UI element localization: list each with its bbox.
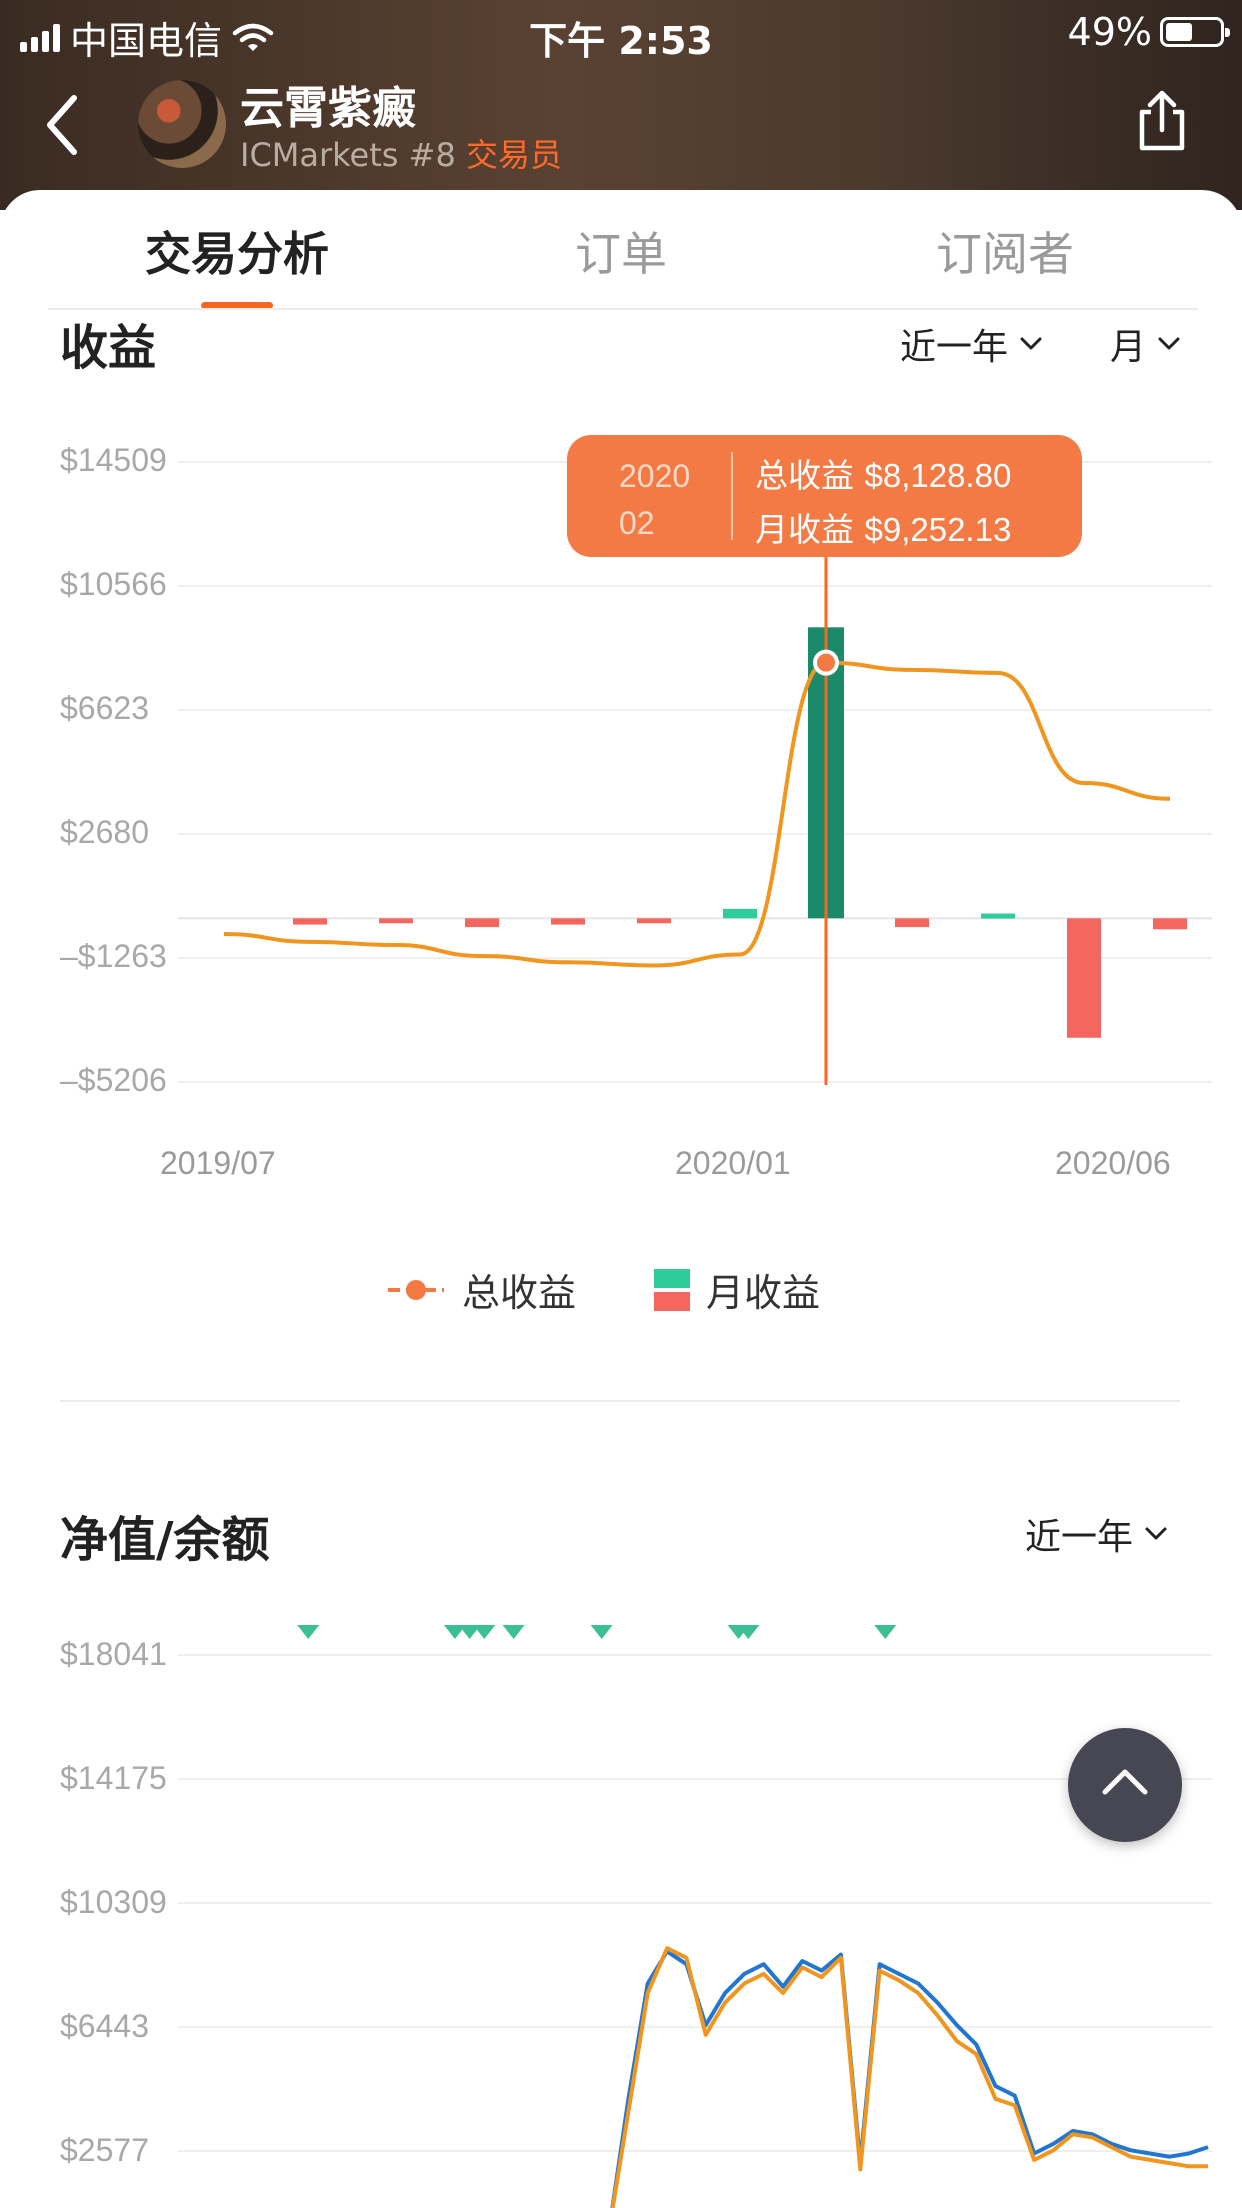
monthly-profit-bar xyxy=(723,908,757,919)
trade-marker xyxy=(874,1625,897,1639)
line-marker-icon xyxy=(388,1279,444,1300)
tooltip-monthly-label: 月收益 xyxy=(755,510,854,549)
broker-rank: ICMarkets #8 xyxy=(240,136,456,174)
profit-legend: 总收益 月收益 xyxy=(0,1262,1242,1322)
trader-name: 云霄紫癜 xyxy=(240,83,416,134)
tooltip-date: 2020 02 xyxy=(619,453,709,547)
profit-period-label: 近一年 xyxy=(900,327,1009,368)
equity-section-title: 净值/余额 xyxy=(60,1512,270,1568)
equity-line xyxy=(610,1949,1209,2208)
equity-period-label: 近一年 xyxy=(1025,1517,1134,1558)
chevron-down-icon xyxy=(1145,1527,1167,1540)
avatar[interactable] xyxy=(138,80,226,168)
profit-period-dropdown[interactable]: 近一年 xyxy=(900,318,1042,370)
section-divider xyxy=(60,1400,1180,1402)
tooltip-total-value: $8,128.80 xyxy=(864,457,1012,494)
profit-section-title: 收益 xyxy=(60,320,157,376)
trader-role: 交易员 xyxy=(465,136,562,174)
monthly-profit-bar xyxy=(1153,918,1187,930)
profit-x-tick: 2019/07 xyxy=(160,1145,276,1181)
profit-granularity-label: 月 xyxy=(1110,327,1147,368)
battery-icon xyxy=(1160,17,1230,47)
trade-marker xyxy=(590,1625,613,1639)
balance-line xyxy=(610,1946,1208,2208)
bar-swatch-icon xyxy=(654,1268,690,1311)
tabs-divider xyxy=(48,308,1198,310)
equity-chart[interactable] xyxy=(0,1600,1242,2208)
monthly-profit-bar xyxy=(637,918,671,924)
monthly-profit-bar xyxy=(293,918,327,925)
tab-trade-analysis[interactable]: 交易分析 xyxy=(87,218,387,284)
profit-x-tick: 2020/06 xyxy=(1055,1145,1171,1181)
tooltip-total-label: 总收益 xyxy=(755,456,854,495)
tooltip-monthly-line: 月收益 $9,252.13 xyxy=(755,503,1011,551)
legend-total[interactable]: 总收益 xyxy=(386,1262,576,1317)
selected-point xyxy=(813,649,839,676)
tooltip-month: 02 xyxy=(619,505,655,541)
chevron-down-icon xyxy=(1020,337,1042,350)
chevron-up-icon xyxy=(1102,1769,1148,1795)
trader-subtitle: ICMarkets #8 交易员 xyxy=(240,130,562,176)
tab-subscribers[interactable]: 订阅者 xyxy=(855,218,1155,284)
total-profit-line xyxy=(223,660,1171,968)
profit-granularity-dropdown[interactable]: 月 xyxy=(1110,318,1180,370)
back-arrow-icon[interactable] xyxy=(38,90,88,160)
chevron-down-icon xyxy=(1158,337,1180,350)
tooltip-year: 2020 xyxy=(619,458,691,494)
monthly-profit-bar xyxy=(981,913,1015,919)
scroll-to-top-button[interactable] xyxy=(1068,1728,1182,1842)
monthly-profit-bar xyxy=(1067,918,1101,1038)
monthly-profit-bar xyxy=(465,918,499,928)
battery-info: 49% xyxy=(1067,10,1230,54)
trade-marker xyxy=(473,1625,496,1639)
monthly-profit-bar xyxy=(895,918,929,928)
tooltip-total-line: 总收益 $8,128.80 xyxy=(755,449,1011,497)
trade-marker xyxy=(297,1625,320,1639)
trader-header: 中国电信 下午 2:53 49% 云霄紫癜 ICMarkets #8 交易员 xyxy=(0,0,1242,210)
chart-tooltip: 2020 02 总收益 $8,128.80 月收益 $9,252.13 xyxy=(567,435,1082,557)
legend-monthly[interactable]: 月收益 xyxy=(654,1262,820,1317)
tooltip-separator xyxy=(731,452,733,540)
trade-marker xyxy=(502,1625,525,1639)
equity-period-dropdown[interactable]: 近一年 xyxy=(1025,1508,1167,1560)
share-icon[interactable] xyxy=(1134,88,1190,154)
clock: 下午 2:53 xyxy=(529,19,713,63)
legend-total-label: 总收益 xyxy=(462,1271,577,1315)
monthly-profit-bar xyxy=(551,918,585,925)
tooltip-monthly-value: $9,252.13 xyxy=(864,511,1012,548)
legend-monthly-label: 月收益 xyxy=(706,1271,821,1315)
profit-x-tick: 2020/01 xyxy=(675,1145,791,1181)
tab-orders[interactable]: 订单 xyxy=(471,218,771,284)
status-bar: 中国电信 下午 2:53 49% xyxy=(0,0,1242,63)
monthly-profit-bar xyxy=(379,918,413,924)
battery-percent: 49% xyxy=(1067,10,1152,54)
tab-bar: 交易分析 订单 订阅者 xyxy=(0,190,1242,310)
